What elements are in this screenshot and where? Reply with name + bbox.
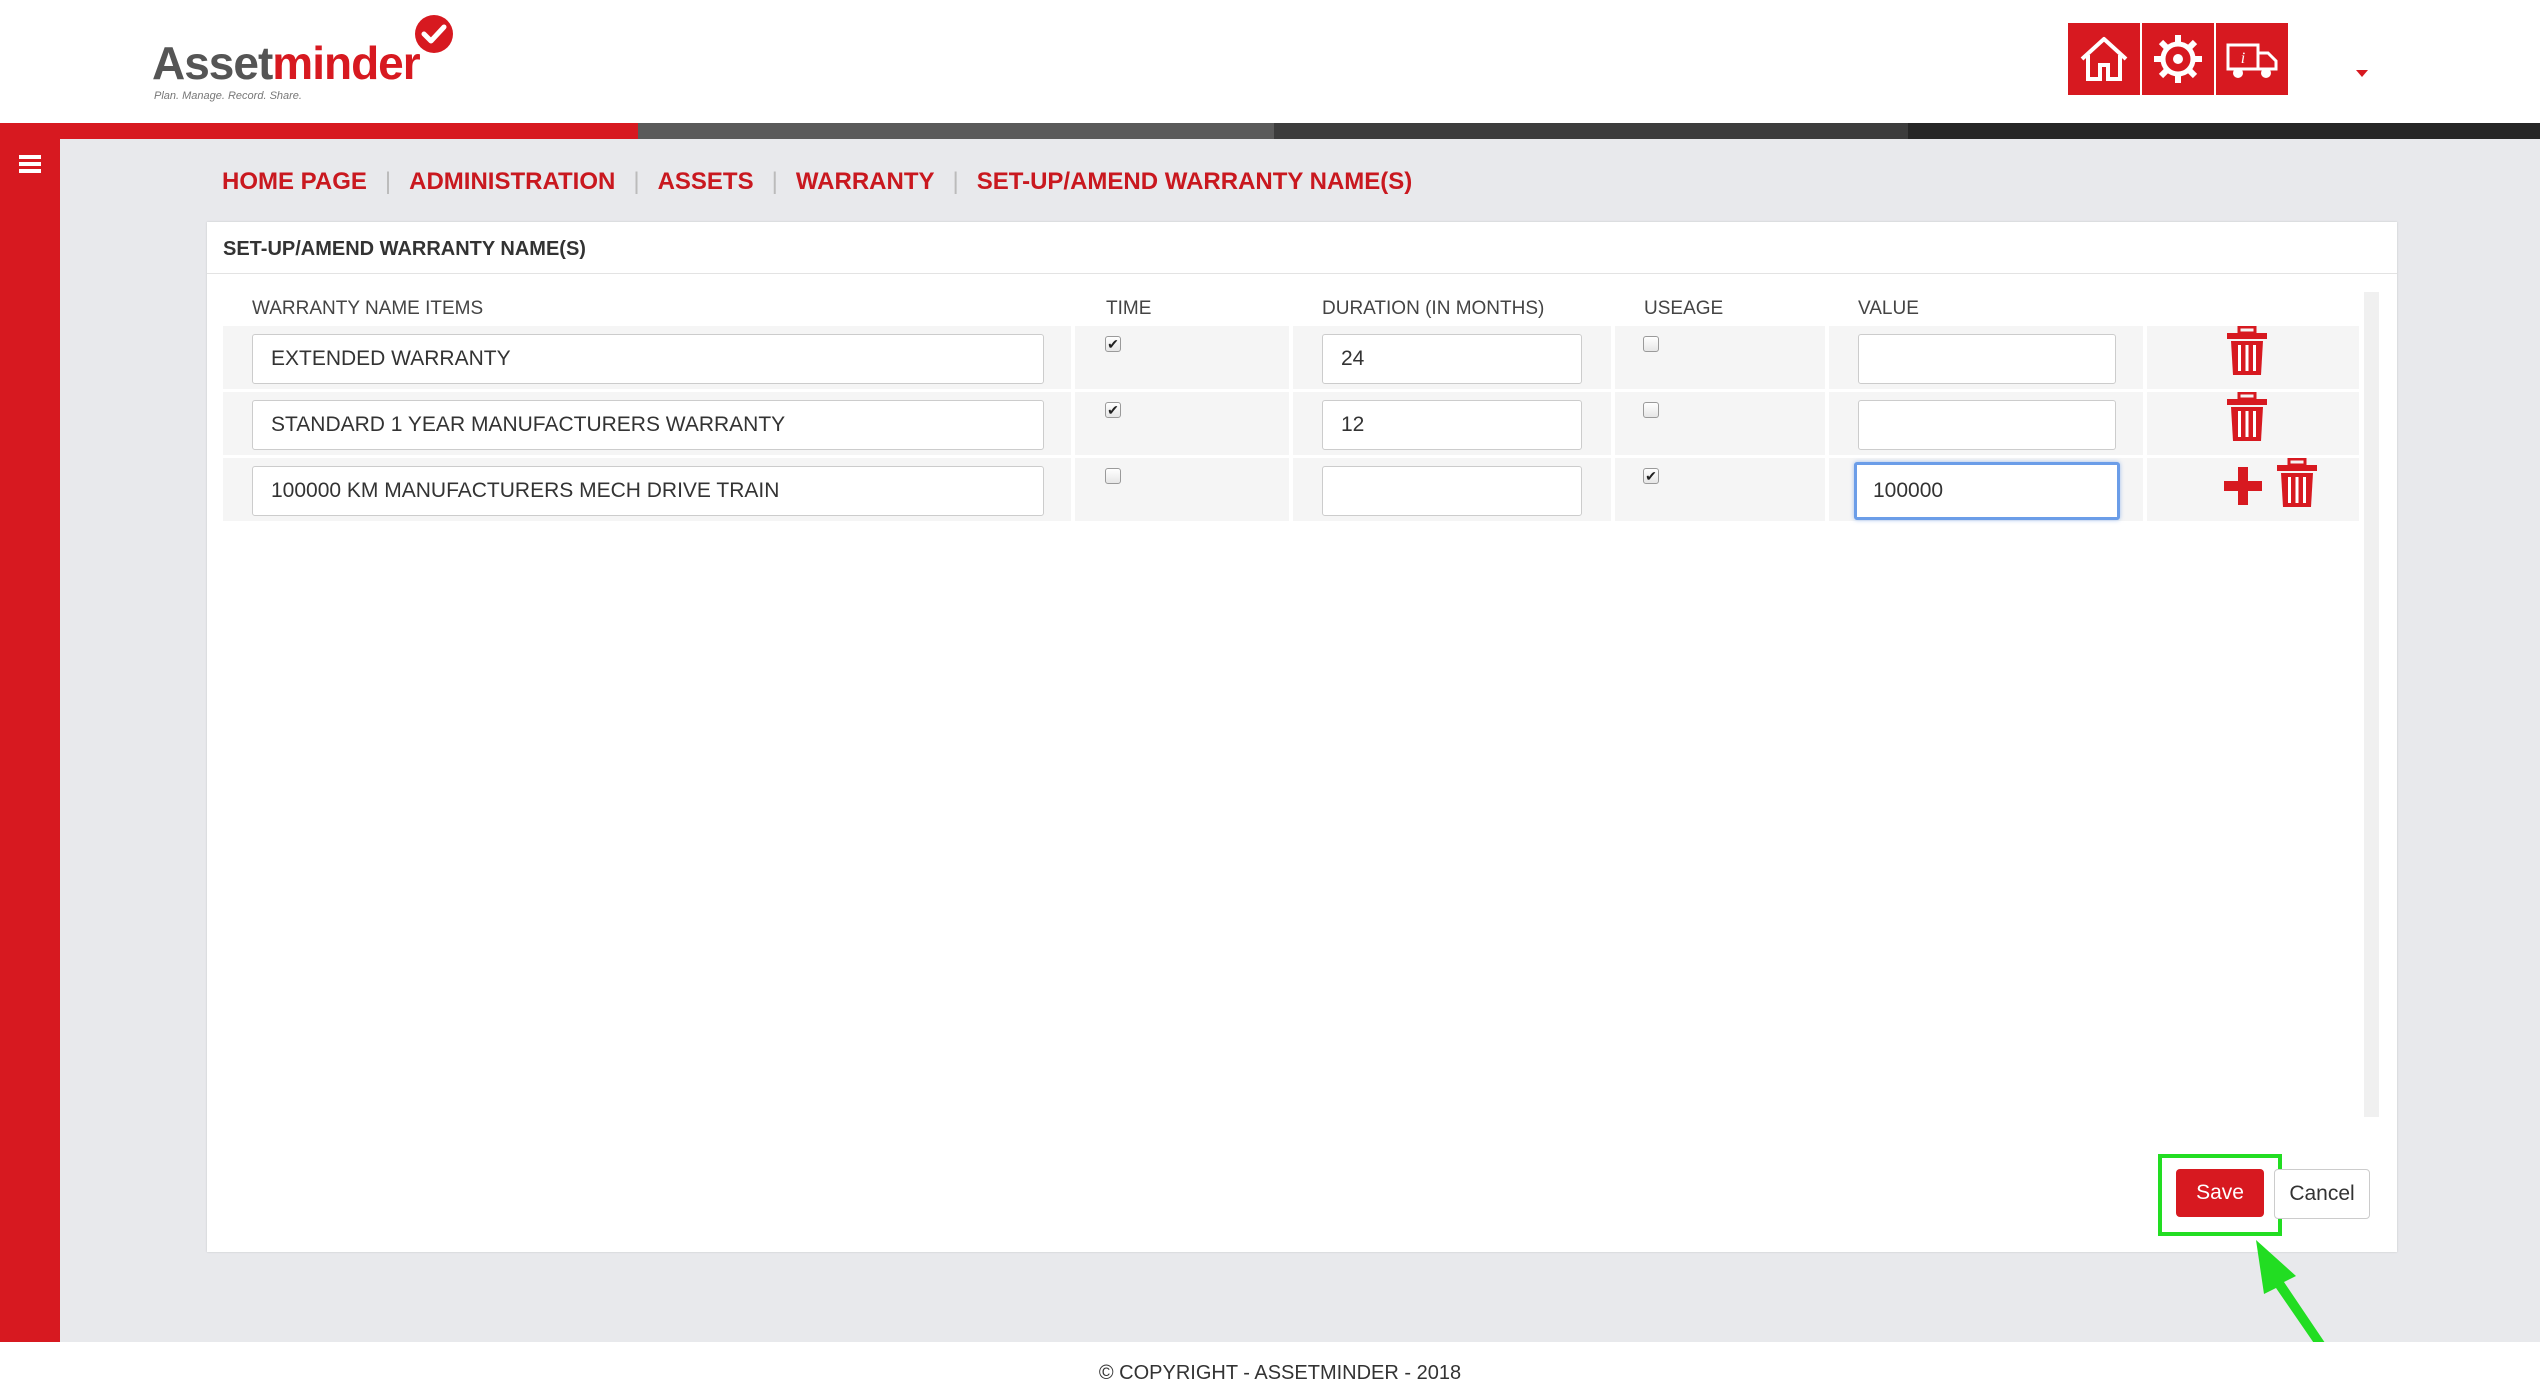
assetminder-logo[interactable]: Assetminder Plan. Manage. Record. Share. — [152, 14, 472, 104]
breadcrumb-separator: | — [952, 168, 959, 195]
panel-header: SET-UP/AMEND WARRANTY NAME(S) — [207, 222, 2397, 274]
user-menu-caret-icon[interactable] — [2356, 70, 2368, 77]
column-divider — [1289, 294, 1293, 524]
svg-text:i: i — [2241, 50, 2245, 67]
home-button[interactable] — [2068, 23, 2140, 95]
gear-icon — [2154, 35, 2202, 83]
column-header-duration: DURATION (IN MONTHS) — [1322, 298, 1545, 319]
logo-text-minder: minder — [272, 37, 420, 89]
truck-icon: i — [2226, 43, 2278, 78]
useage-checkbox[interactable] — [1643, 402, 1659, 418]
breadcrumb-separator: | — [384, 168, 392, 195]
column-divider — [2143, 294, 2147, 524]
save-button[interactable]: Save — [2176, 1169, 2264, 1217]
home-icon — [2080, 37, 2128, 81]
settings-button[interactable] — [2142, 23, 2214, 95]
column-header-useage: USEAGE — [1644, 298, 1724, 319]
column-divider — [1825, 294, 1829, 524]
duration-input[interactable]: 24 — [1322, 334, 1582, 384]
breadcrumb: HOME PAGE | ADMINISTRATION | ASSETS | WA… — [222, 168, 1412, 196]
logo-text-asset: Asset — [152, 37, 273, 89]
value-input[interactable]: 100000 — [1854, 462, 2120, 520]
column-header-value: VALUE — [1858, 298, 1919, 319]
panel-title: SET-UP/AMEND WARRANTY NAME(S) — [223, 238, 586, 260]
cancel-button[interactable]: Cancel — [2274, 1169, 2370, 1219]
hamburger-icon[interactable] — [19, 155, 41, 173]
add-row-plus-icon[interactable] — [2222, 465, 2264, 507]
top-header: Assetminder Plan. Manage. Record. Share. — [0, 0, 2540, 123]
header-stripe-darkgray — [1274, 123, 1908, 139]
delete-row-trash-icon[interactable] — [2226, 392, 2268, 442]
logo-tagline: Plan. Manage. Record. Share. — [154, 90, 302, 102]
column-header-warranty-name: WARRANTY NAME ITEMS — [252, 298, 484, 319]
warranty-name-input[interactable]: EXTENDED WARRANTY — [252, 334, 1044, 384]
delete-row-trash-icon[interactable] — [2226, 326, 2268, 376]
table-scrollbar[interactable] — [2364, 292, 2379, 1117]
useage-checkbox[interactable] — [1643, 336, 1659, 352]
breadcrumb-assets[interactable]: ASSETS — [658, 168, 754, 196]
breadcrumb-separator: | — [633, 168, 640, 195]
breadcrumb-home-page[interactable]: HOME PAGE — [222, 168, 367, 196]
value-input[interactable] — [1858, 334, 2116, 384]
time-checkbox[interactable]: ✔ — [1105, 336, 1121, 352]
column-divider — [1611, 294, 1615, 524]
header-stripe-dark — [1908, 123, 2540, 139]
warranty-name-input[interactable]: 100000 KM MANUFACTURERS MECH DRIVE TRAIN — [252, 466, 1044, 516]
breadcrumb-warranty[interactable]: WARRANTY — [796, 168, 935, 196]
time-checkbox[interactable] — [1105, 468, 1121, 484]
value-input[interactable] — [1858, 400, 2116, 450]
breadcrumb-separator: | — [771, 168, 778, 195]
column-header-time: TIME — [1106, 298, 1152, 319]
breadcrumb-administration[interactable]: ADMINISTRATION — [409, 168, 615, 196]
header-stripe-gray — [638, 123, 1274, 139]
breadcrumb-current-page[interactable]: SET-UP/AMEND WARRANTY NAME(S) — [977, 168, 1413, 196]
delete-row-trash-icon[interactable] — [2276, 458, 2318, 508]
header-stripe-red — [0, 123, 638, 139]
footer: © COPYRIGHT - ASSETMINDER - 2018 — [0, 1342, 2540, 1396]
duration-input[interactable] — [1322, 466, 1582, 516]
time-checkbox[interactable]: ✔ — [1105, 402, 1121, 418]
copyright-text: © COPYRIGHT - ASSETMINDER - 2018 — [1098, 1362, 1462, 1384]
logo-checkmark-icon — [415, 15, 453, 53]
duration-input[interactable]: 12 — [1322, 400, 1582, 450]
useage-checkbox[interactable]: ✔ — [1643, 468, 1659, 484]
column-divider — [1071, 294, 1075, 524]
warranty-name-input[interactable]: STANDARD 1 YEAR MANUFACTURERS WARRANTY — [252, 400, 1044, 450]
vehicle-button[interactable]: i — [2216, 23, 2288, 95]
sidebar — [0, 139, 60, 1342]
